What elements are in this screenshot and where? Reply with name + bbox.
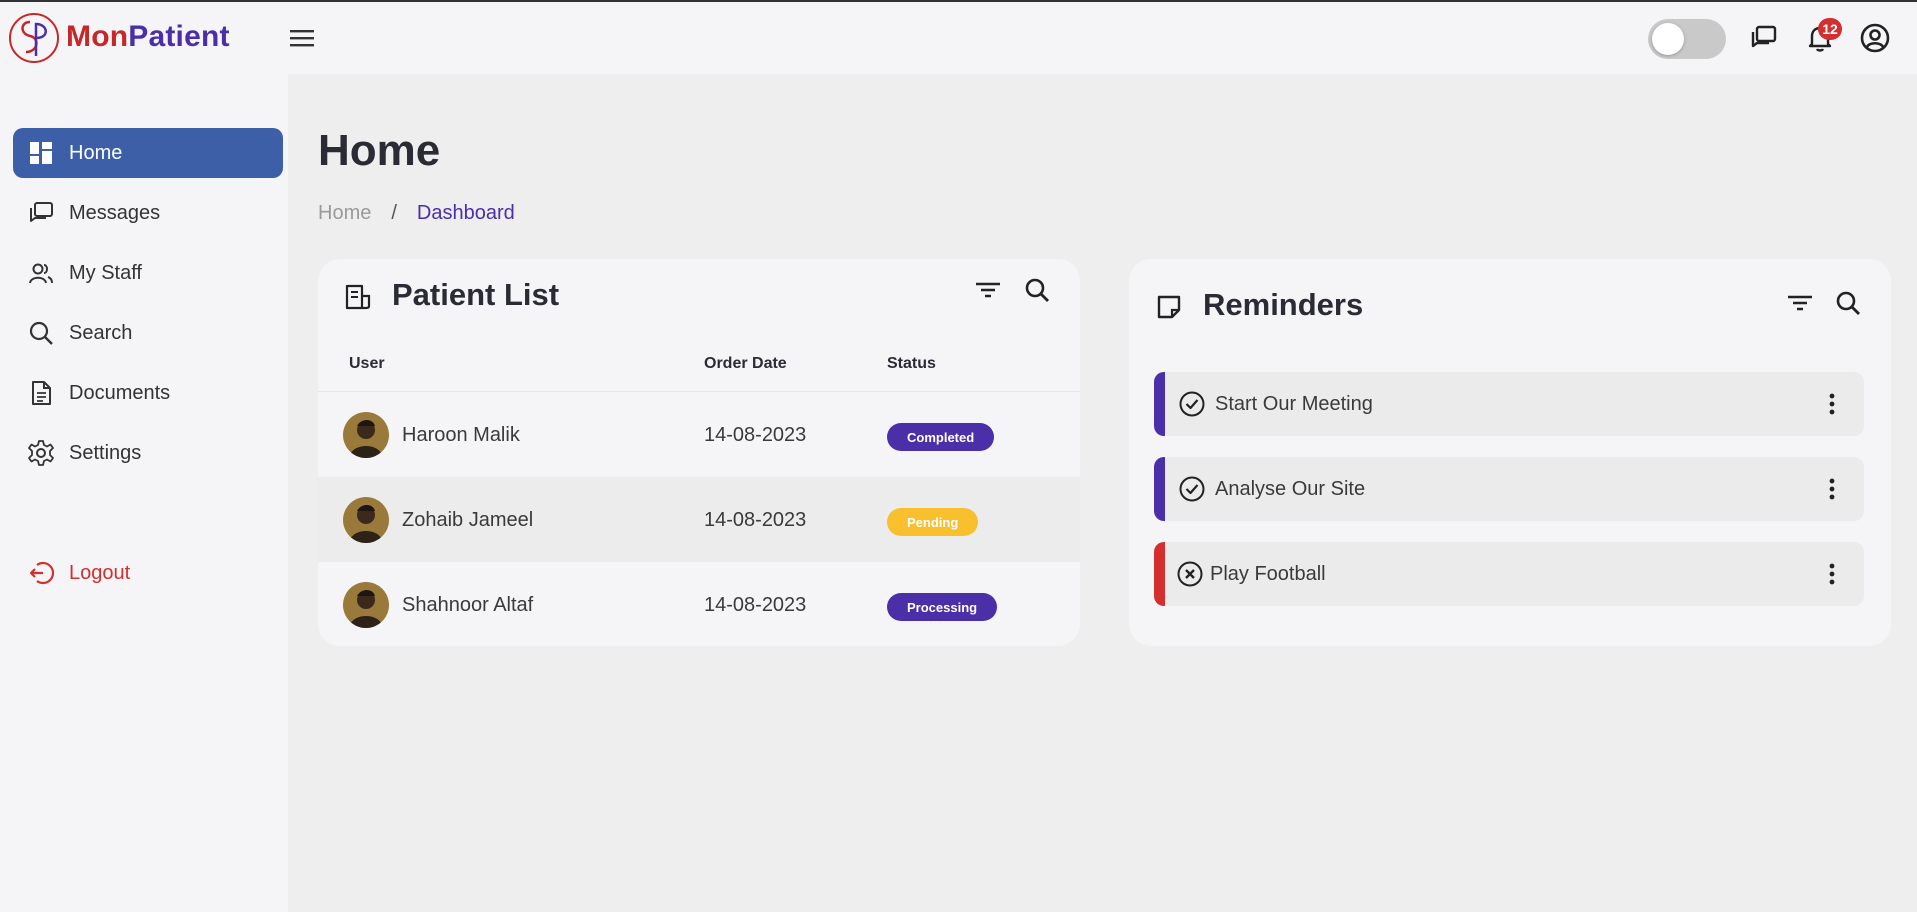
reminder-item[interactable]: Analyse Our Site	[1154, 457, 1864, 521]
toggle-knob	[1652, 23, 1684, 55]
hamburger-menu-icon[interactable]	[288, 26, 316, 50]
patient-list-card: Patient List User Order Date Status Haro…	[318, 259, 1080, 646]
people-icon	[27, 259, 55, 287]
notification-badge: 12	[1818, 18, 1842, 40]
search-icon[interactable]	[1833, 288, 1863, 318]
sidebar-item-label: Documents	[69, 381, 171, 404]
filter-icon[interactable]	[1785, 288, 1815, 318]
more-vertical-icon[interactable]	[1818, 390, 1846, 418]
patient-name: Zohaib Jameel	[402, 509, 534, 531]
breadcrumb-home[interactable]: Home	[318, 202, 371, 225]
breadcrumb-separator: /	[391, 202, 397, 224]
order-date: 14-08-2023	[704, 424, 807, 446]
sidebar-item-search[interactable]: Search	[13, 308, 283, 358]
check-circle-icon[interactable]	[1178, 475, 1206, 503]
sidebar-item-label: Settings	[69, 441, 142, 464]
theme-toggle[interactable]	[1648, 19, 1726, 59]
column-header-order-date: Order Date	[704, 355, 787, 372]
account-icon[interactable]	[1859, 22, 1891, 54]
table-row[interactable]: Zohaib Jameel 14-08-2023 Pending	[318, 477, 1080, 562]
check-circle-icon[interactable]	[1178, 390, 1206, 418]
filter-icon[interactable]	[973, 275, 1003, 305]
status-badge: Pending	[887, 508, 979, 536]
dashboard-icon	[27, 139, 55, 167]
page-title: Home	[318, 126, 441, 175]
reminders-card: Reminders Start Our Meeting Analyse Our …	[1129, 259, 1891, 646]
table-row[interactable]: Shahnoor Altaf 14-08-2023 Processing	[318, 562, 1080, 646]
status-badge: Processing	[887, 593, 998, 621]
sticky-note-icon	[1157, 295, 1181, 319]
patient-list-title: Patient List	[392, 277, 560, 312]
order-date: 14-08-2023	[704, 594, 807, 616]
reminders-title: Reminders	[1203, 287, 1364, 322]
sidebar-item-label: Home	[69, 141, 123, 164]
status-badge: Completed	[887, 423, 995, 451]
reminder-accent-bar	[1154, 542, 1165, 606]
brand-part-patient: Patient	[128, 20, 230, 53]
search-icon[interactable]	[1022, 275, 1052, 305]
sidebar-item-label: Messages	[69, 201, 161, 224]
more-vertical-icon[interactable]	[1818, 560, 1846, 588]
list-document-icon	[345, 284, 371, 310]
logout-label: Logout	[69, 561, 131, 584]
avatar	[343, 497, 389, 543]
search-icon	[27, 319, 55, 347]
sidebar-item-settings[interactable]: Settings	[13, 428, 283, 478]
sidebar-item-label: Search	[69, 321, 133, 344]
chat-icon	[27, 199, 55, 227]
column-header-user: User	[349, 355, 385, 372]
document-icon	[27, 379, 55, 407]
sidebar-item-home[interactable]: Home	[13, 128, 283, 178]
top-bar: MonPatient 12	[0, 2, 1917, 74]
reminder-text: Start Our Meeting	[1215, 393, 1373, 415]
reminder-item[interactable]: Play Football	[1154, 542, 1864, 606]
brand-name: MonPatient	[66, 20, 230, 54]
avatar	[343, 582, 389, 628]
reminder-accent-bar	[1154, 457, 1165, 521]
reminder-text: Analyse Our Site	[1215, 478, 1366, 500]
patient-name: Shahnoor Altaf	[402, 594, 534, 616]
patient-name: Haroon Malik	[402, 424, 520, 446]
logout-button[interactable]: Logout	[13, 548, 283, 598]
sidebar-item-documents[interactable]: Documents	[13, 368, 283, 418]
breadcrumb: Home / Dashboard	[318, 202, 515, 225]
brand-part-mon: Mon	[66, 20, 129, 53]
cancel-circle-icon[interactable]	[1176, 560, 1204, 588]
sidebar-item-label: My Staff	[69, 261, 142, 284]
reminder-accent-bar	[1154, 372, 1165, 436]
more-vertical-icon[interactable]	[1818, 475, 1846, 503]
sidebar-item-messages[interactable]: Messages	[13, 188, 283, 238]
monpatient-logo	[9, 13, 59, 63]
gear-icon	[27, 439, 55, 467]
logout-icon	[27, 559, 55, 587]
reminder-item[interactable]: Start Our Meeting	[1154, 372, 1864, 436]
breadcrumb-current[interactable]: Dashboard	[417, 202, 515, 225]
sidebar-item-my-staff[interactable]: My Staff	[13, 248, 283, 298]
column-header-status: Status	[887, 355, 936, 372]
table-row[interactable]: Haroon Malik 14-08-2023 Completed	[318, 392, 1080, 477]
avatar	[343, 412, 389, 458]
reminder-text: Play Football	[1210, 563, 1326, 585]
messages-icon[interactable]	[1748, 22, 1780, 54]
order-date: 14-08-2023	[704, 509, 807, 531]
sidebar: Home Messages My Staff Search Documents …	[0, 74, 288, 912]
